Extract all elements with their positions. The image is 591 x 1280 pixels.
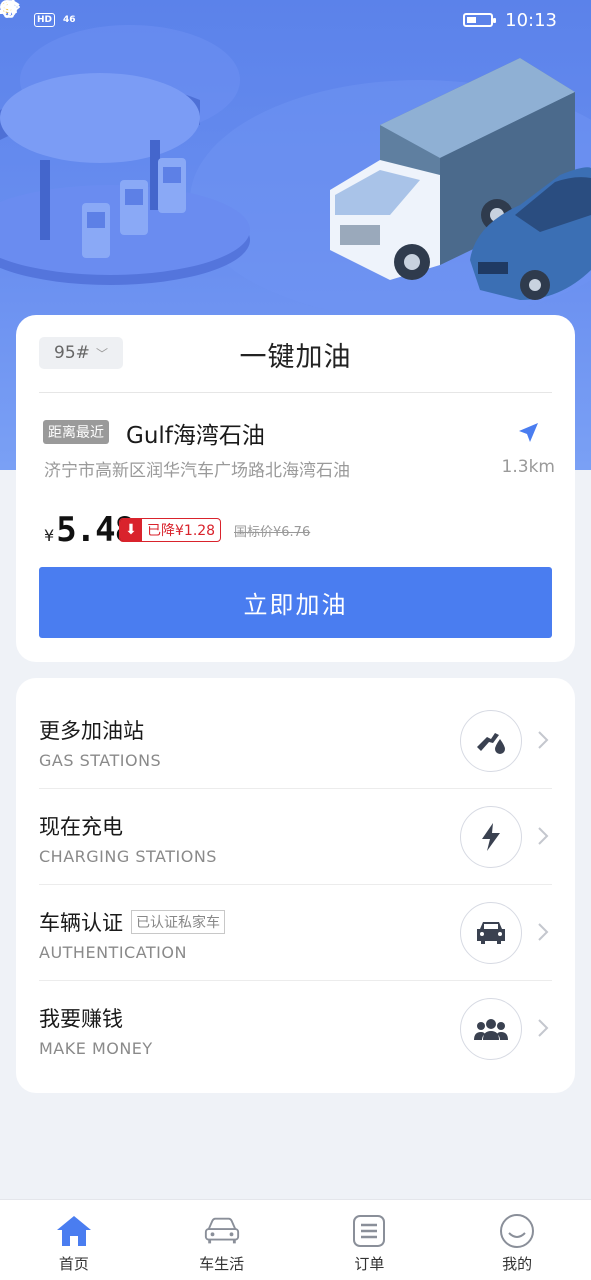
list-price: 国标价¥6.76 bbox=[234, 525, 311, 540]
people-icon bbox=[460, 998, 522, 1060]
discount-text: 已降¥1.28 bbox=[147, 523, 216, 539]
car-life-icon bbox=[204, 1217, 239, 1244]
service-title: 车辆认证 已认证私家车 bbox=[39, 907, 225, 937]
services-card: 更多加油站 GAS STATIONS 现在充电 CHARGING STATION… bbox=[16, 678, 575, 1093]
station-address: 济宁市高新区润华汽车广场路北海湾石油 bbox=[44, 461, 350, 481]
service-item-make-money[interactable]: 我要赚钱 MAKE MONEY bbox=[39, 981, 552, 1077]
card-title: 一键加油 bbox=[239, 342, 352, 373]
service-subtitle: MAKE MONEY bbox=[39, 1039, 153, 1058]
service-title: 我要赚钱 bbox=[39, 1007, 123, 1031]
lightning-icon bbox=[460, 806, 522, 868]
tab-profile[interactable]: 我的 bbox=[443, 1200, 591, 1280]
tab-orders[interactable]: 订单 bbox=[296, 1200, 444, 1280]
home-icon bbox=[56, 1216, 91, 1246]
clock: 10:13 bbox=[505, 9, 557, 31]
profile-icon bbox=[500, 1214, 535, 1248]
tab-label: 订单 bbox=[354, 1255, 385, 1273]
chevron-right-icon bbox=[538, 827, 549, 845]
tab-label: 首页 bbox=[58, 1255, 89, 1273]
tab-label: 车生活 bbox=[199, 1255, 245, 1273]
tab-car-life[interactable]: 车生活 bbox=[148, 1200, 296, 1280]
station-distance: 1.3km bbox=[501, 457, 555, 477]
orders-icon bbox=[353, 1215, 386, 1247]
quick-fuel-card: 95# ﹀ 一键加油 距离最近 Gulf海湾石油 济宁市高新区润华汽车广场路北海… bbox=[16, 315, 575, 662]
discount-badge: ⬇ 已降¥1.28 bbox=[119, 518, 222, 542]
tab-label: 我的 bbox=[502, 1255, 533, 1273]
verified-tag: 已认证私家车 bbox=[131, 910, 225, 934]
service-title: 更多加油站 bbox=[39, 719, 144, 743]
network-label: 46 bbox=[63, 15, 76, 25]
fuel-nozzle-icon bbox=[460, 710, 522, 772]
service-item-authentication[interactable]: 车辆认证 已认证私家车 AUTHENTICATION bbox=[39, 885, 552, 981]
service-subtitle: GAS STATIONS bbox=[39, 751, 162, 770]
bottom-tab-bar: 首页 车生活 订单 我的 bbox=[0, 1199, 591, 1280]
chevron-right-icon bbox=[538, 923, 549, 941]
vibrate-icon bbox=[1, 0, 17, 18]
battery-icon bbox=[463, 13, 497, 27]
nearest-badge: 距离最近 bbox=[43, 420, 109, 444]
chevron-right-icon bbox=[538, 1019, 549, 1037]
service-subtitle: CHARGING STATIONS bbox=[39, 847, 217, 866]
service-subtitle: AUTHENTICATION bbox=[39, 943, 187, 962]
fuel-now-button[interactable]: 立即加油 bbox=[39, 567, 552, 638]
station-name[interactable]: Gulf海湾石油 bbox=[126, 416, 265, 450]
navigation-arrow-icon[interactable] bbox=[516, 421, 540, 445]
service-item-charging[interactable]: 现在充电 CHARGING STATIONS bbox=[39, 789, 552, 885]
service-title: 现在充电 bbox=[39, 815, 123, 839]
tab-home[interactable]: 首页 bbox=[0, 1200, 148, 1280]
status-bar: HD 46 10:13 bbox=[0, 0, 591, 40]
service-item-gas-stations[interactable]: 更多加油站 GAS STATIONS bbox=[39, 693, 552, 789]
app-screen: HD 46 10:13 95# ﹀ 一键加油 距离最近 Gulf海湾石油 济宁市… bbox=[0, 0, 591, 1280]
down-arrow-icon: ⬇ bbox=[120, 519, 142, 541]
hd-indicator: HD bbox=[34, 13, 56, 27]
chevron-right-icon bbox=[538, 731, 549, 749]
car-icon bbox=[460, 902, 522, 964]
divider bbox=[39, 392, 552, 393]
price-currency: ¥ bbox=[44, 526, 55, 545]
